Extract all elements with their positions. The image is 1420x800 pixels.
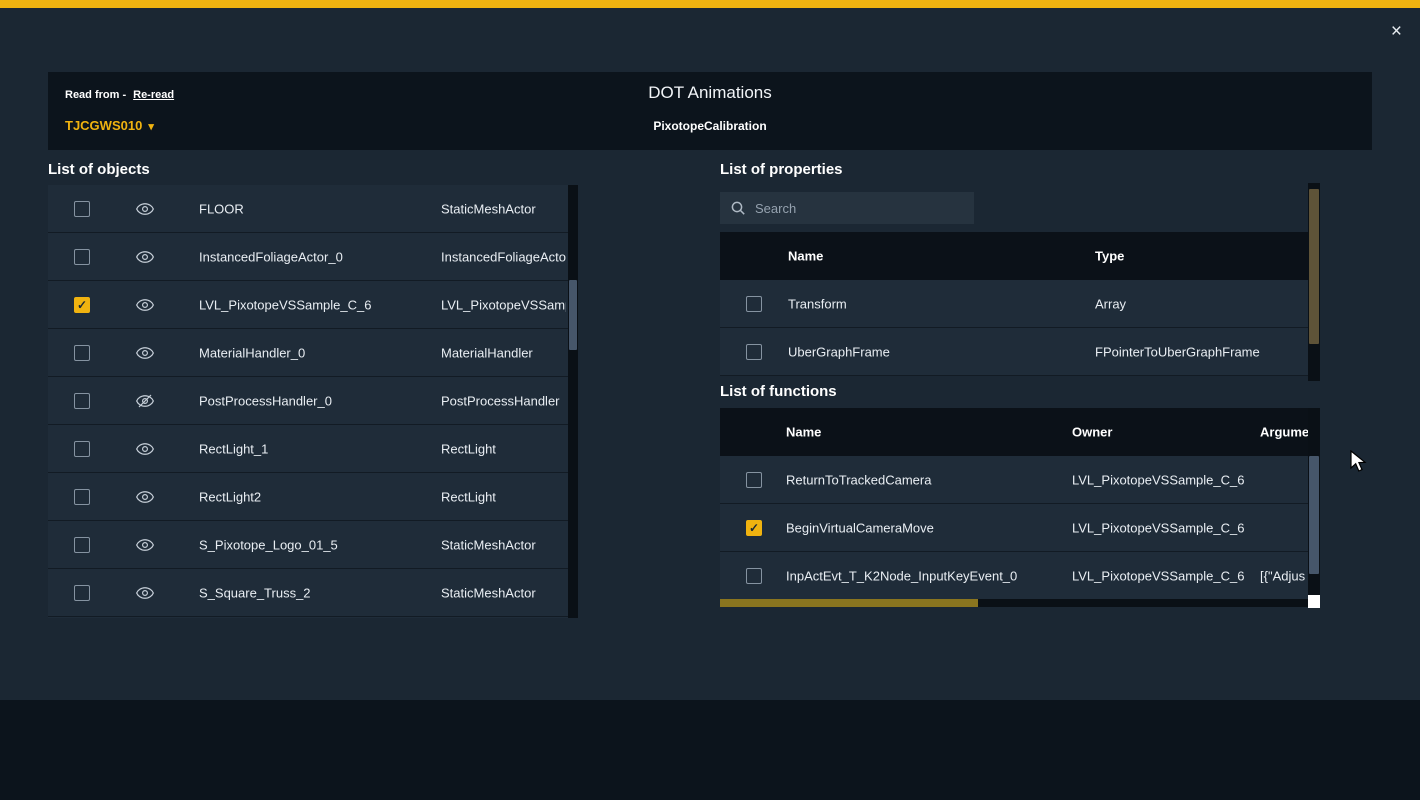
- object-name: LVL_PixotopeVSSample_C_6: [199, 297, 372, 312]
- objects-scrollbar-thumb[interactable]: [569, 280, 577, 350]
- object-checkbox[interactable]: [74, 585, 90, 601]
- function-checkbox[interactable]: [746, 472, 762, 488]
- property-name: UberGraphFrame: [788, 344, 890, 359]
- function-row[interactable]: ReturnToTrackedCamera LVL_PixotopeVSSamp…: [720, 456, 1308, 504]
- object-name: S_Square_Truss_2: [199, 585, 311, 600]
- object-name: MaterialHandler_0: [199, 345, 305, 360]
- object-name: FLOOR: [199, 201, 244, 216]
- function-arguments: [{"Adjus: [1260, 568, 1308, 583]
- objects-heading: List of objects: [48, 161, 150, 178]
- search-icon: [730, 200, 746, 216]
- object-type: StaticMeshActor: [441, 201, 566, 216]
- object-name: InstancedFoliageActor_0: [199, 249, 343, 264]
- functions-table-header: Name Owner Arguments: [720, 408, 1308, 456]
- properties-scrollbar-thumb[interactable]: [1309, 189, 1319, 344]
- functions-scrollbar-thumb[interactable]: [1309, 456, 1319, 574]
- visibility-eye-icon[interactable]: [136, 202, 156, 216]
- object-checkbox[interactable]: [74, 441, 90, 457]
- visibility-eye-icon[interactable]: [136, 490, 156, 504]
- property-checkbox[interactable]: [746, 344, 762, 360]
- functions-col-name: Name: [786, 425, 821, 440]
- visibility-eye-icon[interactable]: [136, 250, 156, 264]
- property-name: Transform: [788, 296, 847, 311]
- object-type: PostProcessHandler: [441, 393, 566, 408]
- property-type: Array: [1095, 296, 1126, 311]
- functions-col-owner: Owner: [1072, 425, 1112, 440]
- object-row[interactable]: S_Pixotope_Logo_01_5 StaticMeshActor: [48, 521, 568, 569]
- property-checkbox[interactable]: [746, 296, 762, 312]
- object-row[interactable]: InstancedFoliageActor_0 InstancedFoliage…: [48, 233, 568, 281]
- object-name: S_Pixotope_Logo_01_5: [199, 537, 338, 552]
- close-icon[interactable]: ×: [1391, 22, 1402, 41]
- visibility-eye-icon[interactable]: [136, 394, 156, 408]
- object-checkbox[interactable]: [74, 489, 90, 505]
- function-checkbox[interactable]: [746, 520, 762, 536]
- object-type: RectLight: [441, 441, 566, 456]
- function-name: InpActEvt_T_K2Node_InputKeyEvent_0: [786, 568, 1017, 583]
- dialog-header: Read from -Re-read TJCGWS010▾ DOT Animat…: [48, 72, 1372, 150]
- object-checkbox[interactable]: [74, 297, 90, 313]
- object-name: PostProcessHandler_0: [199, 393, 332, 408]
- dialog-subtitle: PixotopeCalibration: [48, 119, 1372, 133]
- property-row[interactable]: Transform Array: [720, 280, 1308, 328]
- property-row[interactable]: UberGraphFrame FPointerToUberGraphFrame: [720, 328, 1308, 376]
- object-checkbox[interactable]: [74, 393, 90, 409]
- functions-hscrollbar[interactable]: [720, 599, 1308, 607]
- function-owner: LVL_PixotopeVSSample_C_6: [1072, 472, 1245, 487]
- object-checkbox[interactable]: [74, 345, 90, 361]
- properties-table: Name Type Transform Array UberGraphFrame…: [720, 232, 1308, 376]
- functions-scrollbar[interactable]: [1308, 408, 1320, 595]
- object-row[interactable]: LVL_PixotopeVSSample_C_6 LVL_PixotopeVSS…: [48, 281, 568, 329]
- object-name: RectLight_1: [199, 441, 268, 456]
- dialog-root: × Read from -Re-read TJCGWS010▾ DOT Anim…: [0, 0, 1420, 800]
- dialog-title: DOT Animations: [48, 83, 1372, 103]
- object-row[interactable]: PostProcessHandler_0 PostProcessHandler: [48, 377, 568, 425]
- function-name: ReturnToTrackedCamera: [786, 472, 931, 487]
- objects-scrollbar[interactable]: [568, 185, 578, 618]
- scrollbar-corner: [1308, 595, 1320, 608]
- object-row[interactable]: MaterialHandler_0 MaterialHandler: [48, 329, 568, 377]
- function-row[interactable]: InpActEvt_T_K2Node_InputKeyEvent_0 LVL_P…: [720, 552, 1308, 600]
- object-checkbox[interactable]: [74, 201, 90, 217]
- object-type: InstancedFoliageActor: [441, 249, 566, 264]
- dialog-footer: Cancel Select: [0, 700, 1420, 800]
- object-row[interactable]: RectLight_1 RectLight: [48, 425, 568, 473]
- object-checkbox[interactable]: [74, 537, 90, 553]
- object-row[interactable]: RectLight2 RectLight: [48, 473, 568, 521]
- functions-hscrollbar-thumb[interactable]: [720, 599, 978, 607]
- mouse-cursor: [1350, 450, 1368, 474]
- object-type: RectLight: [441, 489, 566, 504]
- properties-table-header: Name Type: [720, 232, 1308, 280]
- visibility-eye-icon[interactable]: [136, 586, 156, 600]
- function-owner: LVL_PixotopeVSSample_C_6: [1072, 568, 1245, 583]
- properties-heading: List of properties: [720, 161, 843, 178]
- visibility-eye-icon[interactable]: [136, 346, 156, 360]
- visibility-eye-icon[interactable]: [136, 442, 156, 456]
- object-type: LVL_PixotopeVSSample_C: [441, 297, 566, 312]
- functions-col-arguments: Arguments: [1260, 425, 1308, 440]
- visibility-eye-icon[interactable]: [136, 538, 156, 552]
- search-input[interactable]: [755, 201, 955, 216]
- function-row[interactable]: BeginVirtualCameraMove LVL_PixotopeVSSam…: [720, 504, 1308, 552]
- visibility-eye-icon[interactable]: [136, 298, 156, 312]
- functions-heading: List of functions: [720, 383, 837, 400]
- object-name: RectLight2: [199, 489, 261, 504]
- properties-search[interactable]: [720, 192, 974, 224]
- function-checkbox[interactable]: [746, 568, 762, 584]
- functions-table: Name Owner Arguments ReturnToTrackedCame…: [720, 408, 1308, 600]
- properties-col-type: Type: [1095, 249, 1124, 264]
- object-type: StaticMeshActor: [441, 537, 566, 552]
- object-row[interactable]: S_Square_Truss_2 StaticMeshActor: [48, 569, 568, 617]
- object-type: StaticMeshActor: [441, 585, 566, 600]
- object-row[interactable]: FLOOR StaticMeshActor: [48, 185, 568, 233]
- top-accent-bar: [0, 0, 1420, 8]
- function-name: BeginVirtualCameraMove: [786, 520, 934, 535]
- properties-scrollbar[interactable]: [1308, 183, 1320, 381]
- object-checkbox[interactable]: [74, 249, 90, 265]
- properties-col-name: Name: [788, 249, 823, 264]
- objects-list: FLOOR StaticMeshActor InstancedFoliageAc…: [48, 185, 568, 618]
- object-type: MaterialHandler: [441, 345, 566, 360]
- function-owner: LVL_PixotopeVSSample_C_6: [1072, 520, 1245, 535]
- property-type: FPointerToUberGraphFrame: [1095, 344, 1260, 359]
